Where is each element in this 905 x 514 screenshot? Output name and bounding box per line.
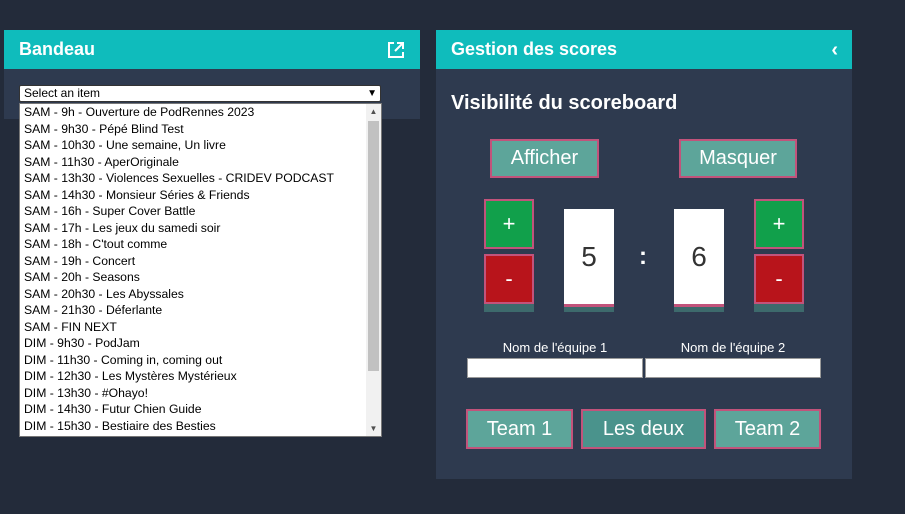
chevron-left-icon[interactable]: ‹ bbox=[831, 40, 838, 60]
dropdown-option[interactable]: SAM - 21h30 - Déferlante bbox=[20, 302, 365, 319]
team2-minus-button[interactable]: - bbox=[754, 254, 804, 304]
program-options: SAM - 9h - Ouverture de PodRennes 2023 SA… bbox=[20, 104, 365, 434]
scroll-up-icon[interactable]: ▲ bbox=[366, 104, 381, 119]
scores-header: Gestion des scores ‹ bbox=[436, 30, 852, 69]
program-select-value: Select an item bbox=[24, 86, 101, 100]
dropdown-option[interactable]: SAM - FIN NEXT bbox=[20, 319, 365, 336]
dropdown-option[interactable]: DIM - 13h30 - #Ohayo! bbox=[20, 385, 365, 402]
dropdown-option[interactable]: SAM - 11h30 - AperOriginale bbox=[20, 154, 365, 171]
dropdown-option[interactable]: SAM - 19h - Concert bbox=[20, 253, 365, 270]
scores-title: Gestion des scores bbox=[451, 39, 618, 59]
dropdown-option[interactable]: SAM - 17h - Les jeux du samedi soir bbox=[20, 220, 365, 237]
both-teams-button[interactable]: Les deux bbox=[581, 409, 706, 449]
dropdown-option[interactable]: SAM - 18h - C'tout comme bbox=[20, 236, 365, 253]
team2-name-label: Nom de l'équipe 2 bbox=[680, 340, 786, 355]
dropdown-option[interactable]: SAM - 9h - Ouverture de PodRennes 2023 bbox=[20, 104, 365, 121]
hide-scoreboard-button[interactable]: Masquer bbox=[679, 139, 797, 178]
dropdown-option[interactable]: DIM - 15h30 - Bestiaire des Besties bbox=[20, 418, 365, 435]
team1-name-input[interactable] bbox=[467, 358, 643, 378]
dropdown-option[interactable]: SAM - 13h30 - Violences Sexuelles - CRID… bbox=[20, 170, 365, 187]
dropdown-option[interactable]: DIM - 12h30 - Les Mystères Mystérieux bbox=[20, 368, 365, 385]
dropdown-scrollbar[interactable]: ▲ ▼ bbox=[366, 104, 381, 436]
bandeau-header: Bandeau bbox=[4, 30, 420, 69]
team2-plus-button[interactable]: + bbox=[754, 199, 804, 249]
program-select[interactable]: Select an item ▼ bbox=[19, 85, 381, 102]
dropdown-option[interactable]: DIM - 11h30 - Coming in, coming out bbox=[20, 352, 365, 369]
dropdown-option[interactable]: SAM - 9h30 - Pépé Blind Test bbox=[20, 121, 365, 138]
scores-panel: Gestion des scores ‹ Visibilité du score… bbox=[436, 30, 852, 479]
scroll-down-icon[interactable]: ▼ bbox=[366, 421, 381, 436]
team2-button[interactable]: Team 2 bbox=[714, 409, 821, 449]
team2-score: 6 bbox=[674, 209, 724, 307]
chevron-down-icon: ▼ bbox=[367, 88, 377, 99]
team1-score: 5 bbox=[564, 209, 614, 307]
team1-minus-button[interactable]: - bbox=[484, 254, 534, 304]
scrollbar-thumb[interactable] bbox=[368, 121, 379, 371]
dropdown-option[interactable]: SAM - 20h30 - Les Abyssales bbox=[20, 286, 365, 303]
team1-name-label: Nom de l'équipe 1 bbox=[502, 340, 608, 355]
external-link-icon[interactable] bbox=[386, 40, 406, 60]
dropdown-option[interactable]: DIM - 14h30 - Futur Chien Guide bbox=[20, 401, 365, 418]
bandeau-title: Bandeau bbox=[19, 39, 96, 59]
dropdown-option[interactable]: SAM - 16h - Super Cover Battle bbox=[20, 203, 365, 220]
team2-score-shadow bbox=[674, 307, 724, 312]
dropdown-option[interactable]: SAM - 10h30 - Une semaine, Un livre bbox=[20, 137, 365, 154]
team2-controls-shadow bbox=[754, 304, 804, 312]
team1-score-shadow bbox=[564, 307, 614, 312]
team1-controls-shadow bbox=[484, 304, 534, 312]
score-separator: : bbox=[639, 243, 647, 270]
team2-name-input[interactable] bbox=[645, 358, 821, 378]
dropdown-option[interactable]: SAM - 20h - Seasons bbox=[20, 269, 365, 286]
team1-plus-button[interactable]: + bbox=[484, 199, 534, 249]
dropdown-option[interactable]: DIM - 9h30 - PodJam bbox=[20, 335, 365, 352]
program-dropdown-list[interactable]: SAM - 9h - Ouverture de PodRennes 2023 SA… bbox=[19, 103, 382, 437]
dropdown-option[interactable]: SAM - 14h30 - Monsieur Séries & Friends bbox=[20, 187, 365, 204]
team1-button[interactable]: Team 1 bbox=[466, 409, 573, 449]
show-scoreboard-button[interactable]: Afficher bbox=[490, 139, 599, 178]
visibility-title: Visibilité du scoreboard bbox=[451, 92, 678, 114]
